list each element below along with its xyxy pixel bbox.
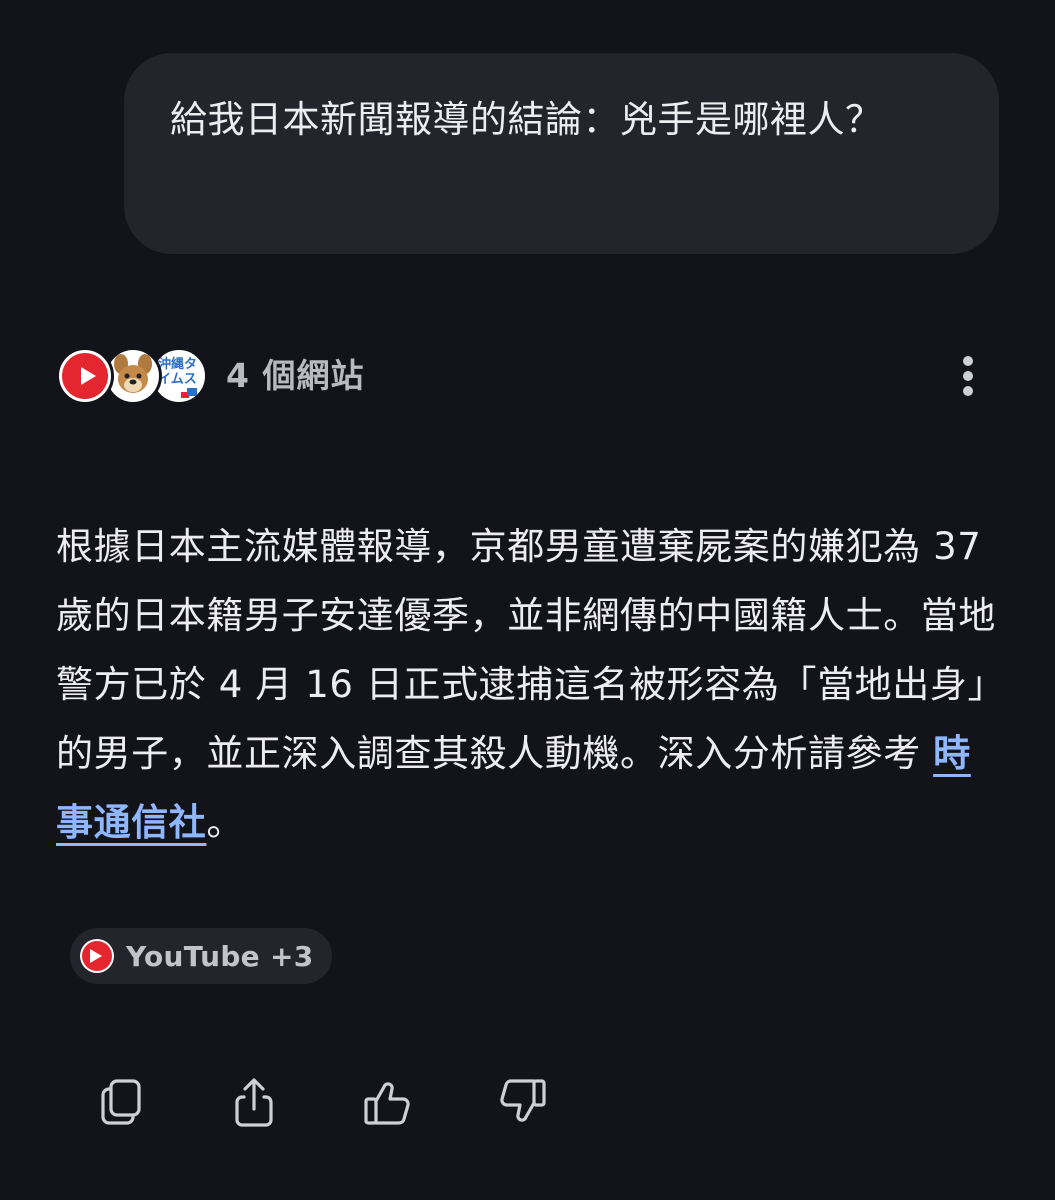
sources-row[interactable]: 沖縄タイムス 4 個網站 (56, 346, 996, 408)
answer-text-end: 。 (206, 801, 245, 844)
dislike-button[interactable] (490, 1070, 554, 1134)
assistant-answer: 根據日本主流媒體報導，京都男童遭棄屍案的嫌犯為 37 歲的日本籍男子安達優季，並… (56, 512, 1006, 857)
action-bar (90, 1070, 570, 1134)
youtube-icon (56, 347, 114, 405)
share-icon (235, 1078, 273, 1127)
copy-button[interactable] (90, 1070, 154, 1134)
share-button[interactable] (222, 1070, 286, 1134)
chat-page: 給我日本新聞報導的結論：兇手是哪裡人？ 沖縄タイムス 4 個網站 根據日本主流媒… (0, 0, 1055, 1200)
youtube-icon (80, 939, 114, 973)
okinawa-logo-text: 沖縄タイムス (158, 357, 198, 387)
copy-icon (101, 1079, 141, 1125)
thumbs-up-icon (364, 1082, 410, 1125)
user-message-bubble: 給我日本新聞報導的結論：兇手是哪裡人？ (124, 53, 999, 254)
answer-text: 根據日本主流媒體報導，京都男童遭棄屍案的嫌犯為 37 歲的日本籍男子安達優季，並… (56, 525, 1006, 775)
thumbs-down-icon (500, 1079, 546, 1122)
like-button[interactable] (356, 1070, 420, 1134)
sources-count-label[interactable]: 4 個網站 (226, 356, 364, 396)
user-message-text: 給我日本新聞報導的結論：兇手是哪裡人？ (170, 98, 883, 141)
source-chip-label: YouTube +3 (126, 939, 314, 973)
more-options-icon[interactable] (958, 356, 978, 396)
source-chip[interactable]: YouTube +3 (70, 928, 332, 984)
